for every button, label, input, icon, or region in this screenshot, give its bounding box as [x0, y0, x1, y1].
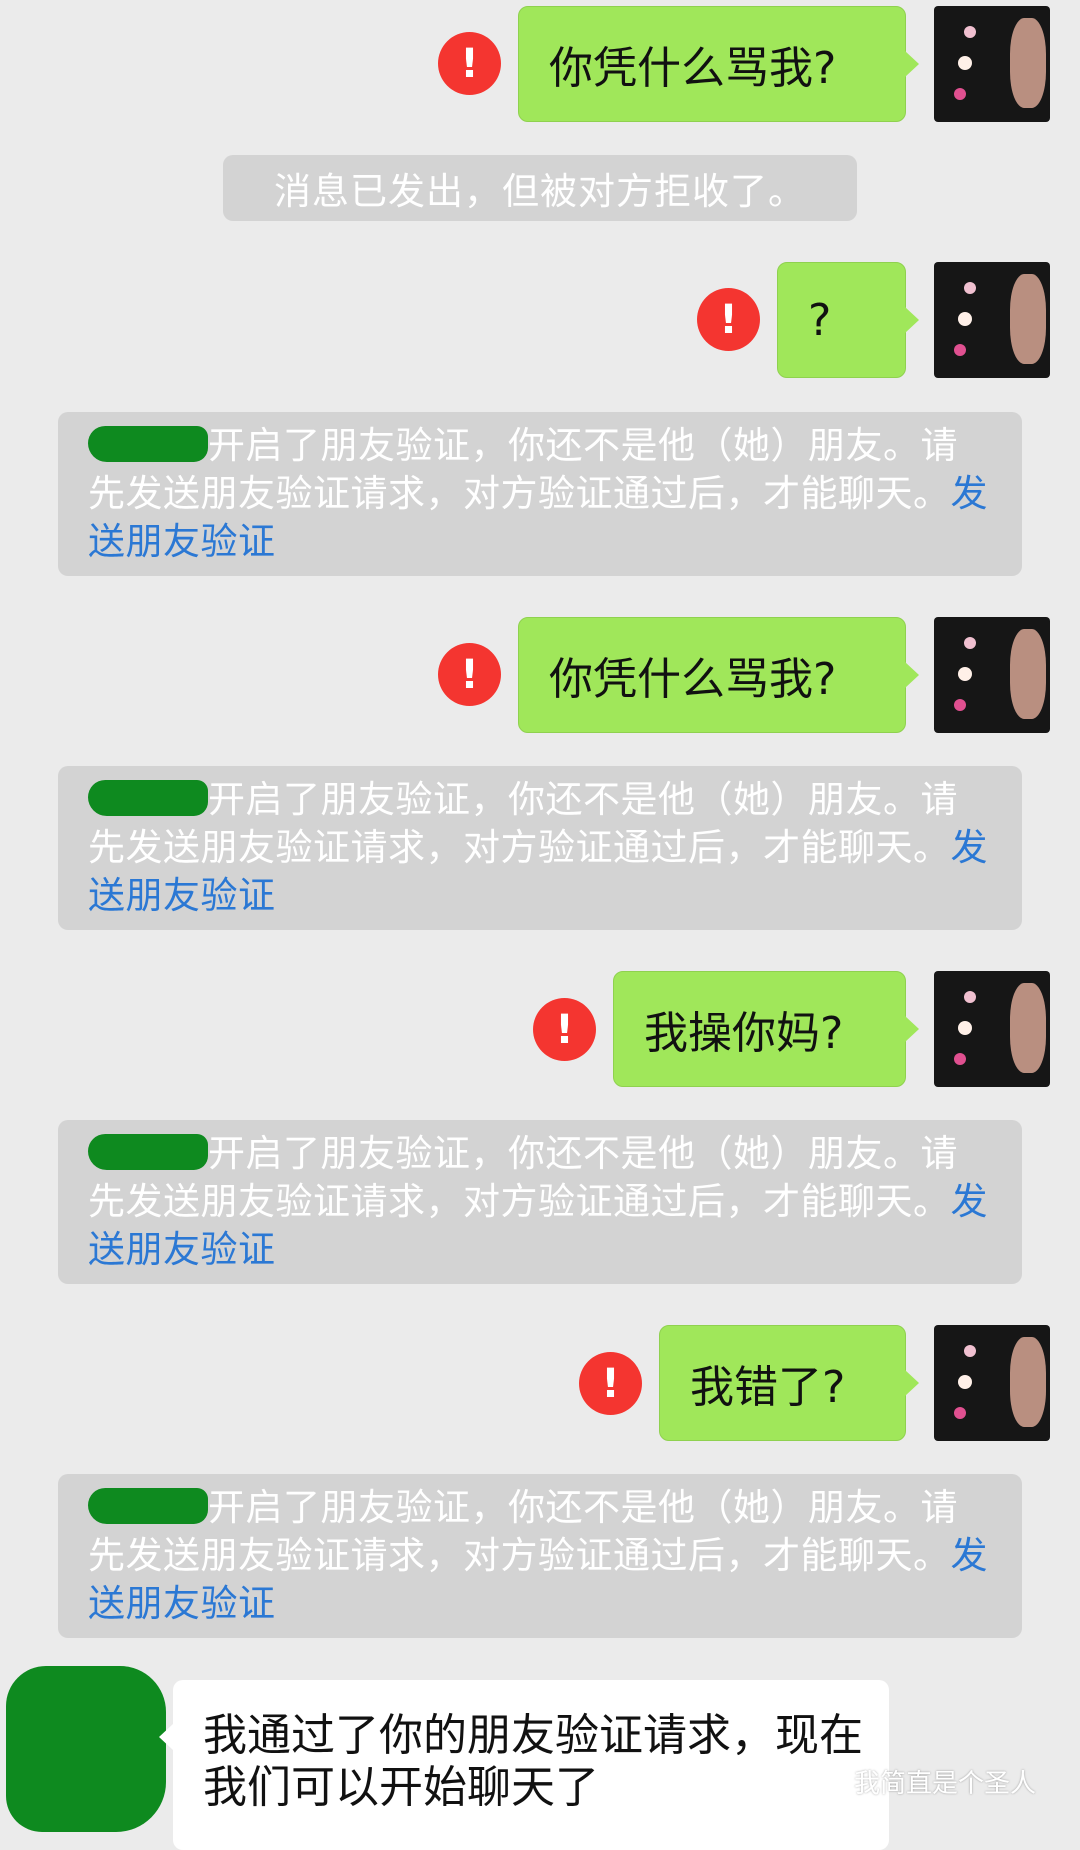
friend-verification-notice: 开启了朋友验证，你还不是他（她）朋友。请先发送朋友验证请求，对方验证通过后，才能… — [58, 1120, 1022, 1284]
send-failed-icon[interactable]: ! — [533, 998, 596, 1061]
redacted-name — [88, 1134, 208, 1170]
message-text: 你凭什么骂我? — [549, 654, 837, 705]
message-text: 我操你妈? — [644, 1008, 844, 1059]
my-avatar[interactable] — [934, 6, 1050, 122]
outgoing-message[interactable]: 我操你妈? — [613, 971, 919, 1087]
friend-verification-notice: 开启了朋友验证，你还不是他（她）朋友。请先发送朋友验证请求，对方验证通过后，才能… — [58, 766, 1022, 930]
watermark: 我简直是个圣人 — [812, 1763, 1036, 1800]
outgoing-message[interactable]: 我错了? — [659, 1325, 919, 1441]
my-avatar[interactable] — [934, 617, 1050, 733]
send-failed-icon[interactable]: ! — [438, 643, 501, 706]
watermark-text: 我简直是个圣人 — [854, 1769, 1037, 1799]
rejected-notice: 消息已发出，但被对方拒收了。 — [223, 155, 857, 221]
send-failed-icon[interactable]: ! — [438, 32, 501, 95]
message-text: 我错了? — [690, 1362, 846, 1413]
friend-verification-notice: 开启了朋友验证，你还不是他（她）朋友。请先发送朋友验证请求，对方验证通过后，才能… — [58, 1474, 1022, 1638]
outgoing-message[interactable]: 你凭什么骂我? — [518, 617, 919, 733]
my-avatar[interactable] — [934, 971, 1050, 1087]
message-text: 我通过了你的朋友验证请求，现在我们可以开始聊天了 — [203, 1710, 863, 1813]
outgoing-message[interactable]: ? — [777, 262, 919, 378]
message-text: 你凭什么骂我? — [549, 43, 837, 94]
friend-verification-notice: 开启了朋友验证，你还不是他（她）朋友。请先发送朋友验证请求，对方验证通过后，才能… — [58, 412, 1022, 576]
redacted-name — [88, 780, 208, 816]
message-text: ? — [808, 294, 832, 346]
outgoing-message[interactable]: 你凭什么骂我? — [518, 6, 919, 122]
contact-avatar-redacted[interactable] — [6, 1666, 166, 1832]
send-failed-icon[interactable]: ! — [579, 1352, 642, 1415]
redacted-name — [88, 426, 208, 462]
send-failed-icon[interactable]: ! — [697, 288, 760, 351]
wechat-icon — [812, 1768, 845, 1794]
incoming-message[interactable]: 我通过了你的朋友验证请求，现在我们可以开始聊天了 — [159, 1680, 889, 1850]
redacted-name — [88, 1488, 208, 1524]
my-avatar[interactable] — [934, 1325, 1050, 1441]
my-avatar[interactable] — [934, 262, 1050, 378]
